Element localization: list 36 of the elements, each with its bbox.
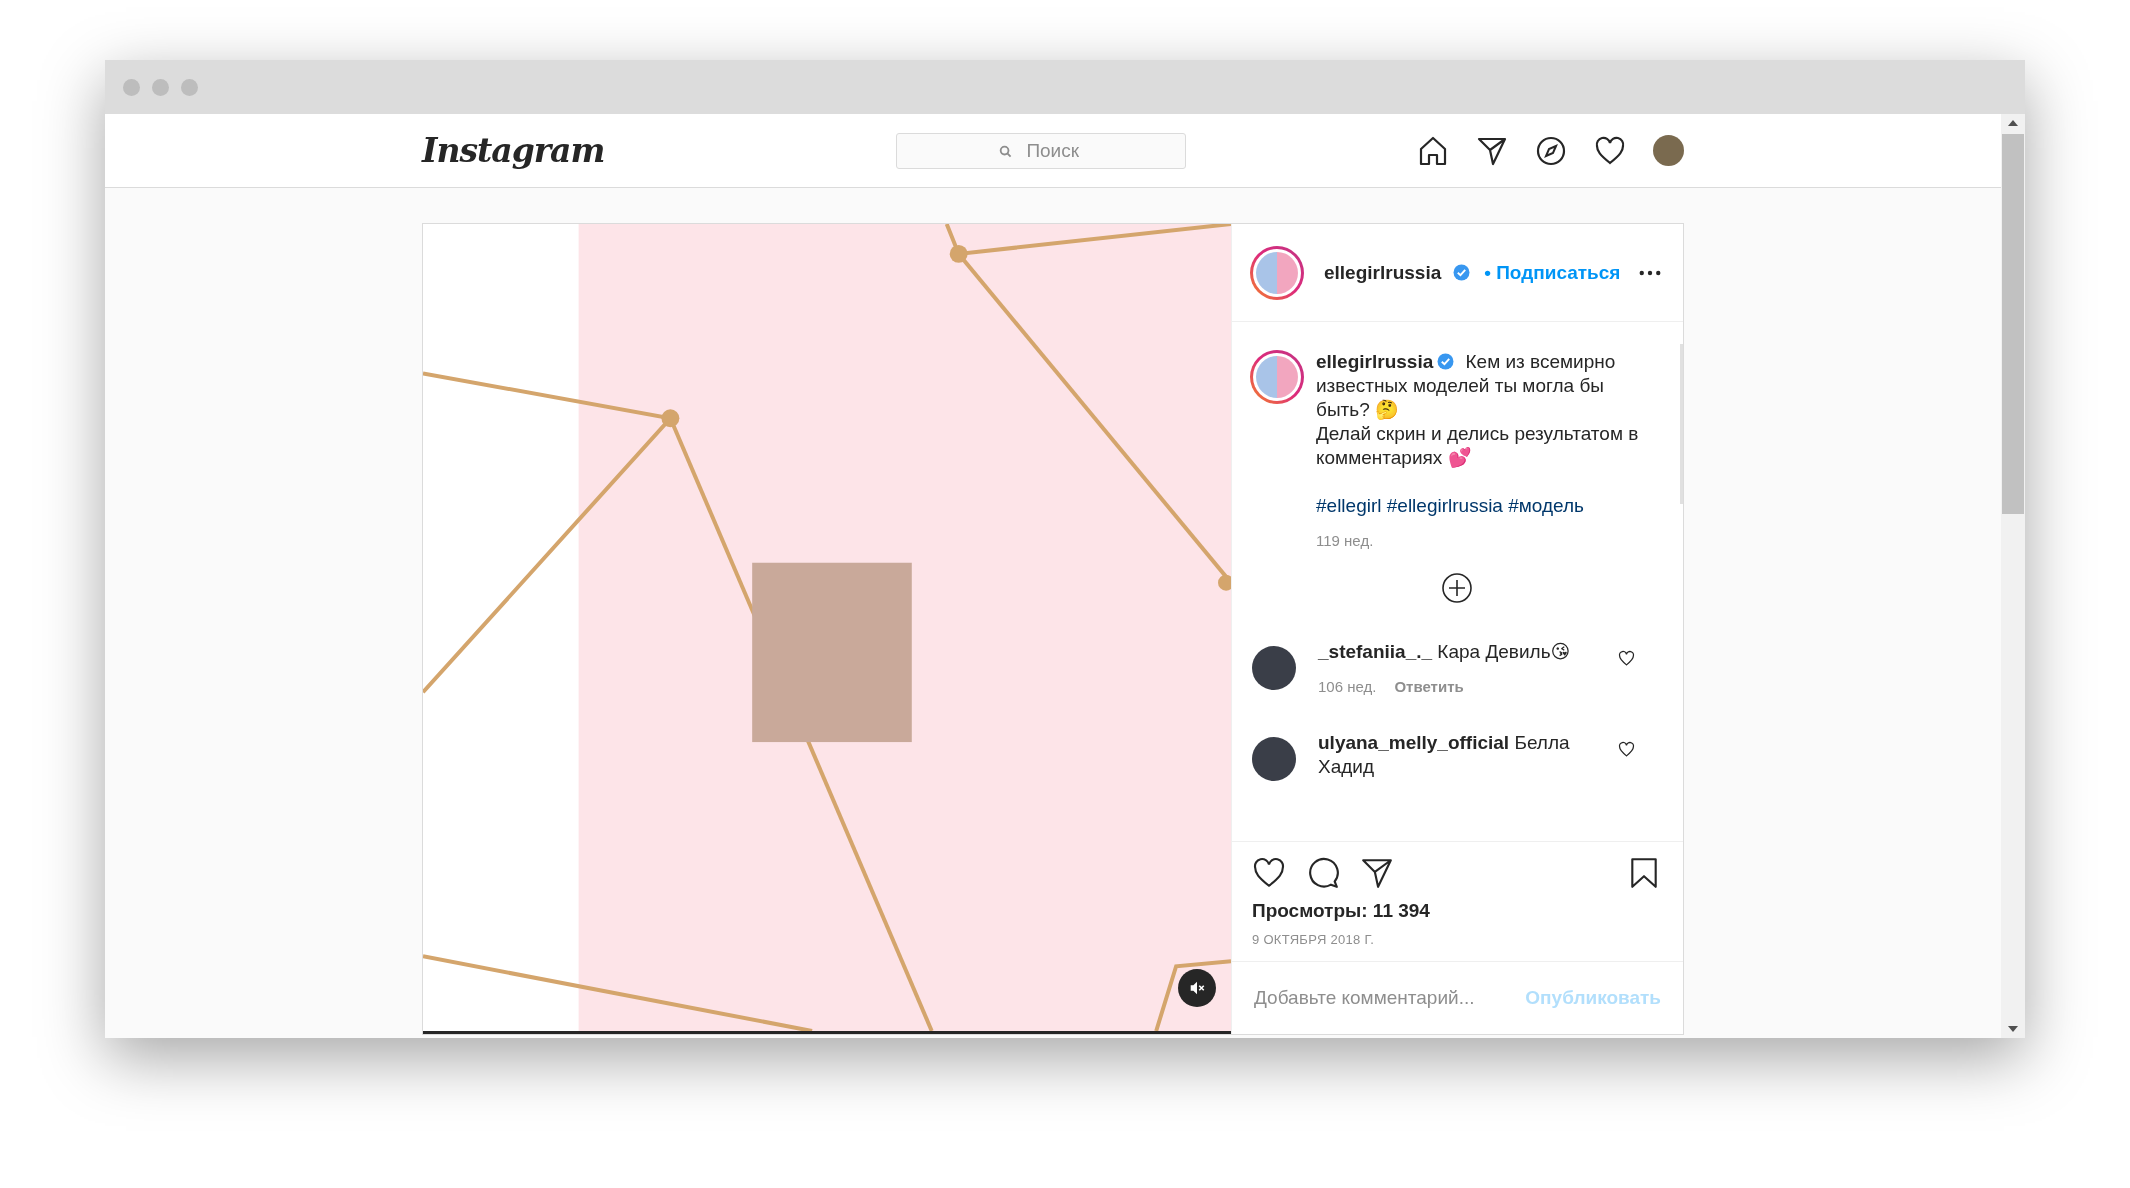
author-username[interactable]: ellegirlrussia [1324, 261, 1442, 284]
instagram-logo[interactable]: Instagram [422, 131, 605, 170]
caption-text: ellegirlrussia Кем из всемирно известных моделей ты могла бы быть? 🤔 Делай скрин и делись результатом в комментариях 💕 [1316, 350, 1640, 470]
comment-bubble-icon[interactable] [1306, 856, 1340, 890]
post-date: 9 ОКТЯБРЯ 2018 Г. [1232, 922, 1683, 962]
like-heart-icon[interactable] [1252, 856, 1286, 890]
comment-like-heart-icon[interactable] [1618, 741, 1635, 758]
caption-time: 119 нед. [1316, 532, 1374, 549]
home-icon[interactable] [1417, 134, 1449, 167]
compass-icon[interactable] [1535, 134, 1567, 167]
view-count: Просмотры: 11 394 [1251, 899, 1431, 922]
more-options-icon[interactable] [1639, 269, 1661, 276]
comment-like-heart-icon[interactable] [1618, 650, 1635, 667]
speaker-icon [1188, 979, 1206, 997]
scrollbar[interactable] [2001, 114, 2025, 1038]
comment-input[interactable]: Добавьте комментарий... [1252, 986, 1526, 1010]
comment-time: 106 нед. [1318, 678, 1377, 695]
scroll-down-arrow-icon[interactable] [2008, 1026, 2018, 1032]
scroll-up-arrow-icon[interactable] [2008, 120, 2018, 126]
comment-text: ulyana_melly_official Белла Хадид [1318, 731, 1571, 779]
hashtag-link[interactable]: #ellegirlrussia [1386, 495, 1503, 516]
search-icon [998, 144, 1012, 158]
window-control-dot[interactable] [123, 78, 140, 96]
profile-avatar[interactable] [1653, 135, 1684, 166]
commenter-avatar[interactable] [1252, 646, 1296, 690]
commenter-avatar[interactable] [1252, 737, 1296, 781]
hashtag-link[interactable]: #ellegirl [1316, 495, 1382, 516]
hashtag-link[interactable]: #модель [1508, 495, 1584, 516]
paper-plane-icon[interactable] [1360, 856, 1394, 890]
heart-icon[interactable] [1594, 134, 1626, 167]
load-more-comments-icon[interactable] [1440, 572, 1473, 604]
comment-text: _stefaniia_._ Кара Девиль😘 [1318, 640, 1572, 664]
window-control-dot[interactable] [152, 78, 169, 96]
search-field[interactable]: Поиск [895, 132, 1186, 169]
window-control-dot[interactable] [181, 78, 198, 96]
scrollbar-thumb[interactable] [2002, 134, 2024, 514]
